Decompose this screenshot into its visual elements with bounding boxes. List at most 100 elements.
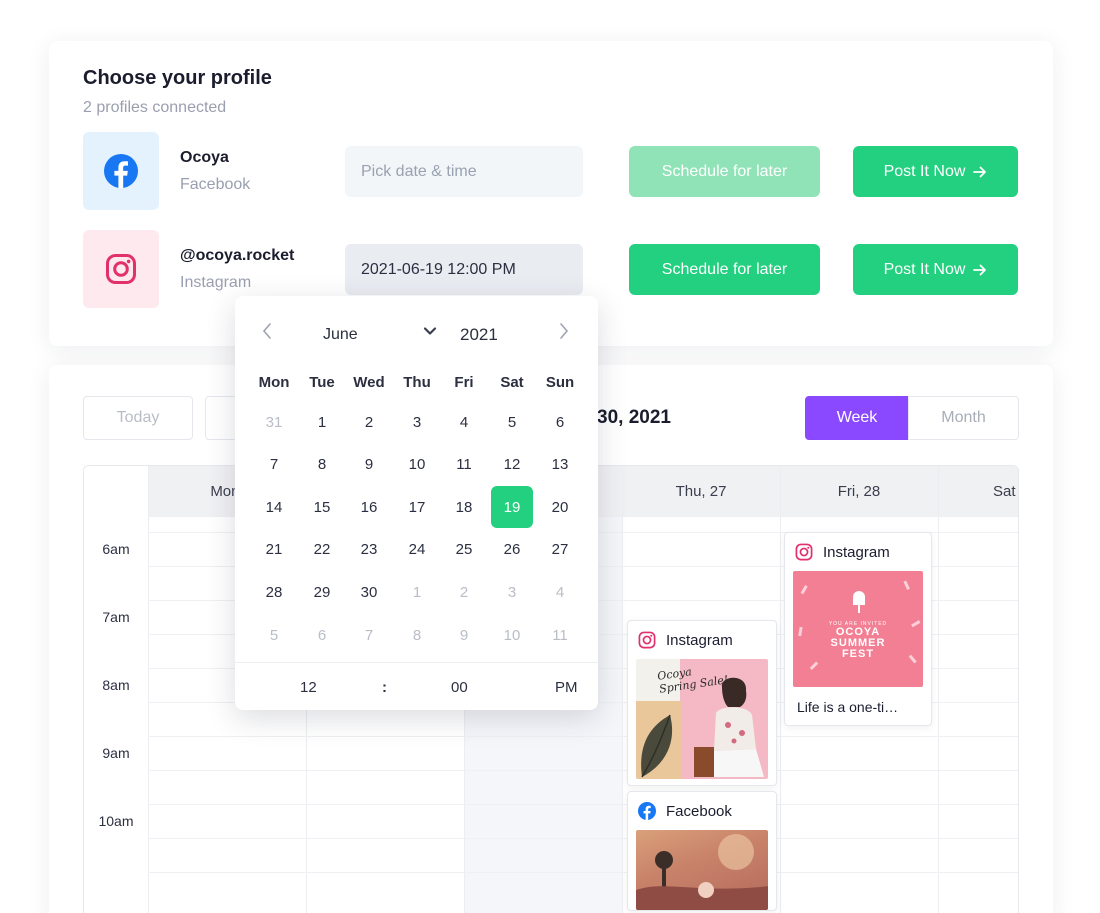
scheduled-post-card[interactable]: Instagram Ocoya Spring Sale! (627, 620, 777, 786)
time-gutter-header (84, 466, 148, 516)
hour-input[interactable]: 12 (300, 679, 317, 696)
calendar-day[interactable]: 22 (301, 528, 343, 570)
calendar-day[interactable]: 14 (253, 486, 295, 528)
month-select[interactable]: June (323, 326, 358, 344)
profile-title: Choose your profile (83, 67, 272, 89)
calendar-day[interactable]: 18 (443, 486, 485, 528)
scheduled-post-card[interactable]: Instagram YOU ARE INVITED OCOYA SUMMER F… (784, 532, 932, 726)
calendar-day[interactable]: 6 (539, 401, 581, 443)
profile-avatar-facebook[interactable] (83, 132, 159, 210)
hour-label: 10am (98, 813, 134, 829)
calendar-day[interactable]: 3 (396, 401, 438, 443)
post-now-label: Post It Now (883, 162, 966, 180)
schedule-later-button[interactable]: Schedule for later (629, 146, 820, 197)
profile-avatar-instagram[interactable] (83, 230, 159, 308)
calendar-day[interactable]: 5 (253, 614, 295, 656)
weekday-label: Tue (309, 374, 335, 391)
grid-line (148, 770, 1018, 771)
calendar-day[interactable]: 21 (253, 528, 295, 570)
weekday-label: Sun (545, 374, 575, 391)
calendar-day[interactable]: 11 (539, 614, 581, 656)
hour-label: 7am (102, 609, 130, 625)
profile-name: @ocoya.rocket (180, 247, 295, 264)
calendar-day[interactable]: 26 (491, 528, 533, 570)
post-now-label: Post It Now (883, 260, 966, 278)
photo-illustration (636, 834, 768, 910)
calendar-day[interactable]: 2 (443, 571, 485, 613)
calendar-day[interactable]: 5 (491, 401, 533, 443)
calendar-day[interactable]: 11 (443, 443, 485, 485)
post-network-label: Instagram (823, 543, 890, 561)
calendar-day[interactable]: 1 (301, 401, 343, 443)
post-network-label: Instagram (666, 631, 733, 649)
calendar-day[interactable]: 23 (348, 528, 390, 570)
calendar-day[interactable]: 29 (301, 571, 343, 613)
month-view-button[interactable]: Month (908, 396, 1019, 440)
calendar-day[interactable]: 6 (301, 614, 343, 656)
calendar-day[interactable]: 1 (396, 571, 438, 613)
calendar-day[interactable]: 8 (301, 443, 343, 485)
weekday-label: Sat (500, 374, 524, 391)
calendar-day[interactable]: 16 (348, 486, 390, 528)
minute-input[interactable]: 00 (451, 679, 468, 696)
instagram-icon (638, 631, 656, 649)
weekday-label: Mon (258, 374, 290, 391)
scheduled-post-card[interactable]: Facebook (627, 791, 777, 911)
post-now-button[interactable]: Post It Now (853, 146, 1018, 197)
calendar-day[interactable]: 24 (396, 528, 438, 570)
chevron-right-icon[interactable] (558, 322, 570, 340)
post-card-header: Facebook (638, 802, 732, 820)
calendar-day[interactable]: 8 (396, 614, 438, 656)
calendar-day[interactable]: 17 (396, 486, 438, 528)
calendar-day[interactable]: 9 (348, 443, 390, 485)
calendar-day[interactable]: 7 (253, 443, 295, 485)
calendar-day[interactable]: 2 (348, 401, 390, 443)
calendar-day[interactable]: 12 (491, 443, 533, 485)
facebook-icon (638, 802, 656, 820)
calendar-day[interactable]: 25 (443, 528, 485, 570)
profile-subtitle: 2 profiles connected (83, 99, 227, 116)
weekday-label: Fri (454, 374, 474, 391)
post-card-header: Instagram (638, 631, 733, 649)
grid-line (148, 838, 1018, 839)
hour-label: 8am (102, 677, 130, 693)
ampm-toggle[interactable]: PM (555, 679, 578, 696)
datetime-input[interactable]: Pick date & time (345, 146, 583, 197)
calendar-day[interactable]: 4 (443, 401, 485, 443)
grid-line (148, 872, 1018, 873)
calendar-day[interactable]: 15 (301, 486, 343, 528)
profile-network: Instagram (180, 274, 252, 291)
instagram-icon (106, 254, 136, 284)
time-picker: 12 : 00 PM (235, 662, 598, 710)
calendar-day[interactable]: 13 (539, 443, 581, 485)
calendar-day[interactable]: 27 (539, 528, 581, 570)
grid-line (622, 466, 623, 913)
calendar-day[interactable]: 9 (443, 614, 485, 656)
datetime-input[interactable]: 2021-06-19 12:00 PM (345, 244, 583, 295)
today-button[interactable]: Today (83, 396, 193, 440)
calendar-day[interactable]: 7 (348, 614, 390, 656)
grid-line (148, 466, 149, 913)
calendar-day[interactable]: 4 (539, 571, 581, 613)
week-view-button[interactable]: Week (805, 396, 909, 440)
schedule-later-button[interactable]: Schedule for later (629, 244, 820, 295)
calendar-day[interactable]: 10 (491, 614, 533, 656)
calendar-day[interactable]: 10 (396, 443, 438, 485)
plant-illustration (641, 714, 673, 778)
calendar-day[interactable]: 28 (253, 571, 295, 613)
weekday-label: Wed (353, 374, 385, 391)
chevron-left-icon[interactable] (261, 322, 273, 340)
post-network-label: Facebook (666, 802, 732, 820)
year-select[interactable]: 2021 (460, 325, 498, 345)
calendar-day[interactable]: 3 (491, 571, 533, 613)
time-separator: : (382, 679, 387, 696)
calendar-day[interactable]: 30 (348, 571, 390, 613)
profile-name: Ocoya (180, 149, 229, 166)
grid-line (938, 466, 939, 913)
chevron-down-icon[interactable] (423, 324, 437, 338)
post-now-button[interactable]: Post It Now (853, 244, 1018, 295)
calendar-day-selected[interactable]: 19 (491, 486, 533, 528)
calendar-day[interactable]: 31 (253, 401, 295, 443)
calendar-day[interactable]: 20 (539, 486, 581, 528)
day-header: Thu, 27 (622, 466, 780, 516)
